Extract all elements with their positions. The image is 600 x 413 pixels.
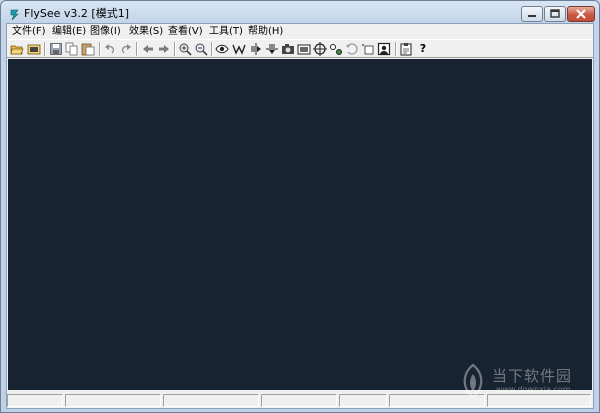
status-pane [7,394,63,407]
redo-icon[interactable] [119,42,133,56]
status-pane [261,394,337,407]
wave-icon[interactable] [232,42,246,56]
menu-file[interactable]: 文件(F) [12,25,46,38]
open-image-icon[interactable] [27,42,41,56]
clipboard-icon[interactable] [399,42,413,56]
flip-vertical-icon[interactable] [265,42,279,56]
toolbar: ? [7,39,593,58]
close-icon [576,9,586,19]
menu-tools[interactable]: 工具(T) [209,25,243,38]
menu-image[interactable]: 图像(I) [90,25,121,38]
crop-icon[interactable] [361,42,375,56]
crosshair-icon[interactable] [313,42,327,56]
minimize-icon [528,15,536,17]
menu-view[interactable]: 查看(V) [168,25,203,38]
window-title: FlySee v3.2 [模式1] [24,7,129,20]
save-icon[interactable] [49,42,63,56]
flip-horizontal-icon[interactable] [249,42,263,56]
client-area: 文件(F) 编辑(E) 图像(I) 效果(S) 查看(V) 工具(T) 帮助(H… [6,23,594,409]
image-canvas[interactable] [8,59,592,390]
menu-effects[interactable]: 效果(S) [129,25,163,38]
title-bar[interactable]: FlySee v3.2 [模式1] [1,1,599,23]
menu-help[interactable]: 帮助(H) [248,25,283,38]
status-pane [65,394,161,407]
status-pane [163,394,259,407]
rotate-icon[interactable] [345,42,359,56]
minimize-button[interactable] [521,6,543,22]
close-button[interactable] [567,6,595,22]
app-icon [9,6,20,21]
watermark: 当下软件园 www.downxia.com [456,363,586,399]
camera-icon[interactable] [281,42,295,56]
copy-icon[interactable] [65,42,79,56]
menu-bar: 文件(F) 编辑(E) 图像(I) 效果(S) 查看(V) 工具(T) 帮助(H… [7,24,593,39]
app-window: FlySee v3.2 [模式1] 文件(F) 编辑(E) 图像(I) 效果(S… [0,0,600,413]
zoom-in-icon[interactable] [178,42,192,56]
adjust-icon[interactable] [329,42,343,56]
help-icon[interactable]: ? [416,42,430,56]
portrait-icon[interactable] [377,42,391,56]
forward-arrow-icon[interactable] [157,42,171,56]
open-folder-icon[interactable] [10,42,24,56]
menu-edit[interactable]: 编辑(E) [52,25,86,38]
watermark-name: 当下软件园 [492,367,573,385]
undo-icon[interactable] [103,42,117,56]
eye-icon[interactable] [215,42,229,56]
maximize-button[interactable] [544,6,566,22]
zoom-out-icon[interactable] [194,42,208,56]
screen-capture-icon[interactable] [297,42,311,56]
status-pane [339,394,387,407]
paste-icon[interactable] [81,42,95,56]
watermark-url: www.downxia.com [496,385,571,394]
back-arrow-icon[interactable] [141,42,155,56]
watermark-logo-icon [456,363,490,403]
